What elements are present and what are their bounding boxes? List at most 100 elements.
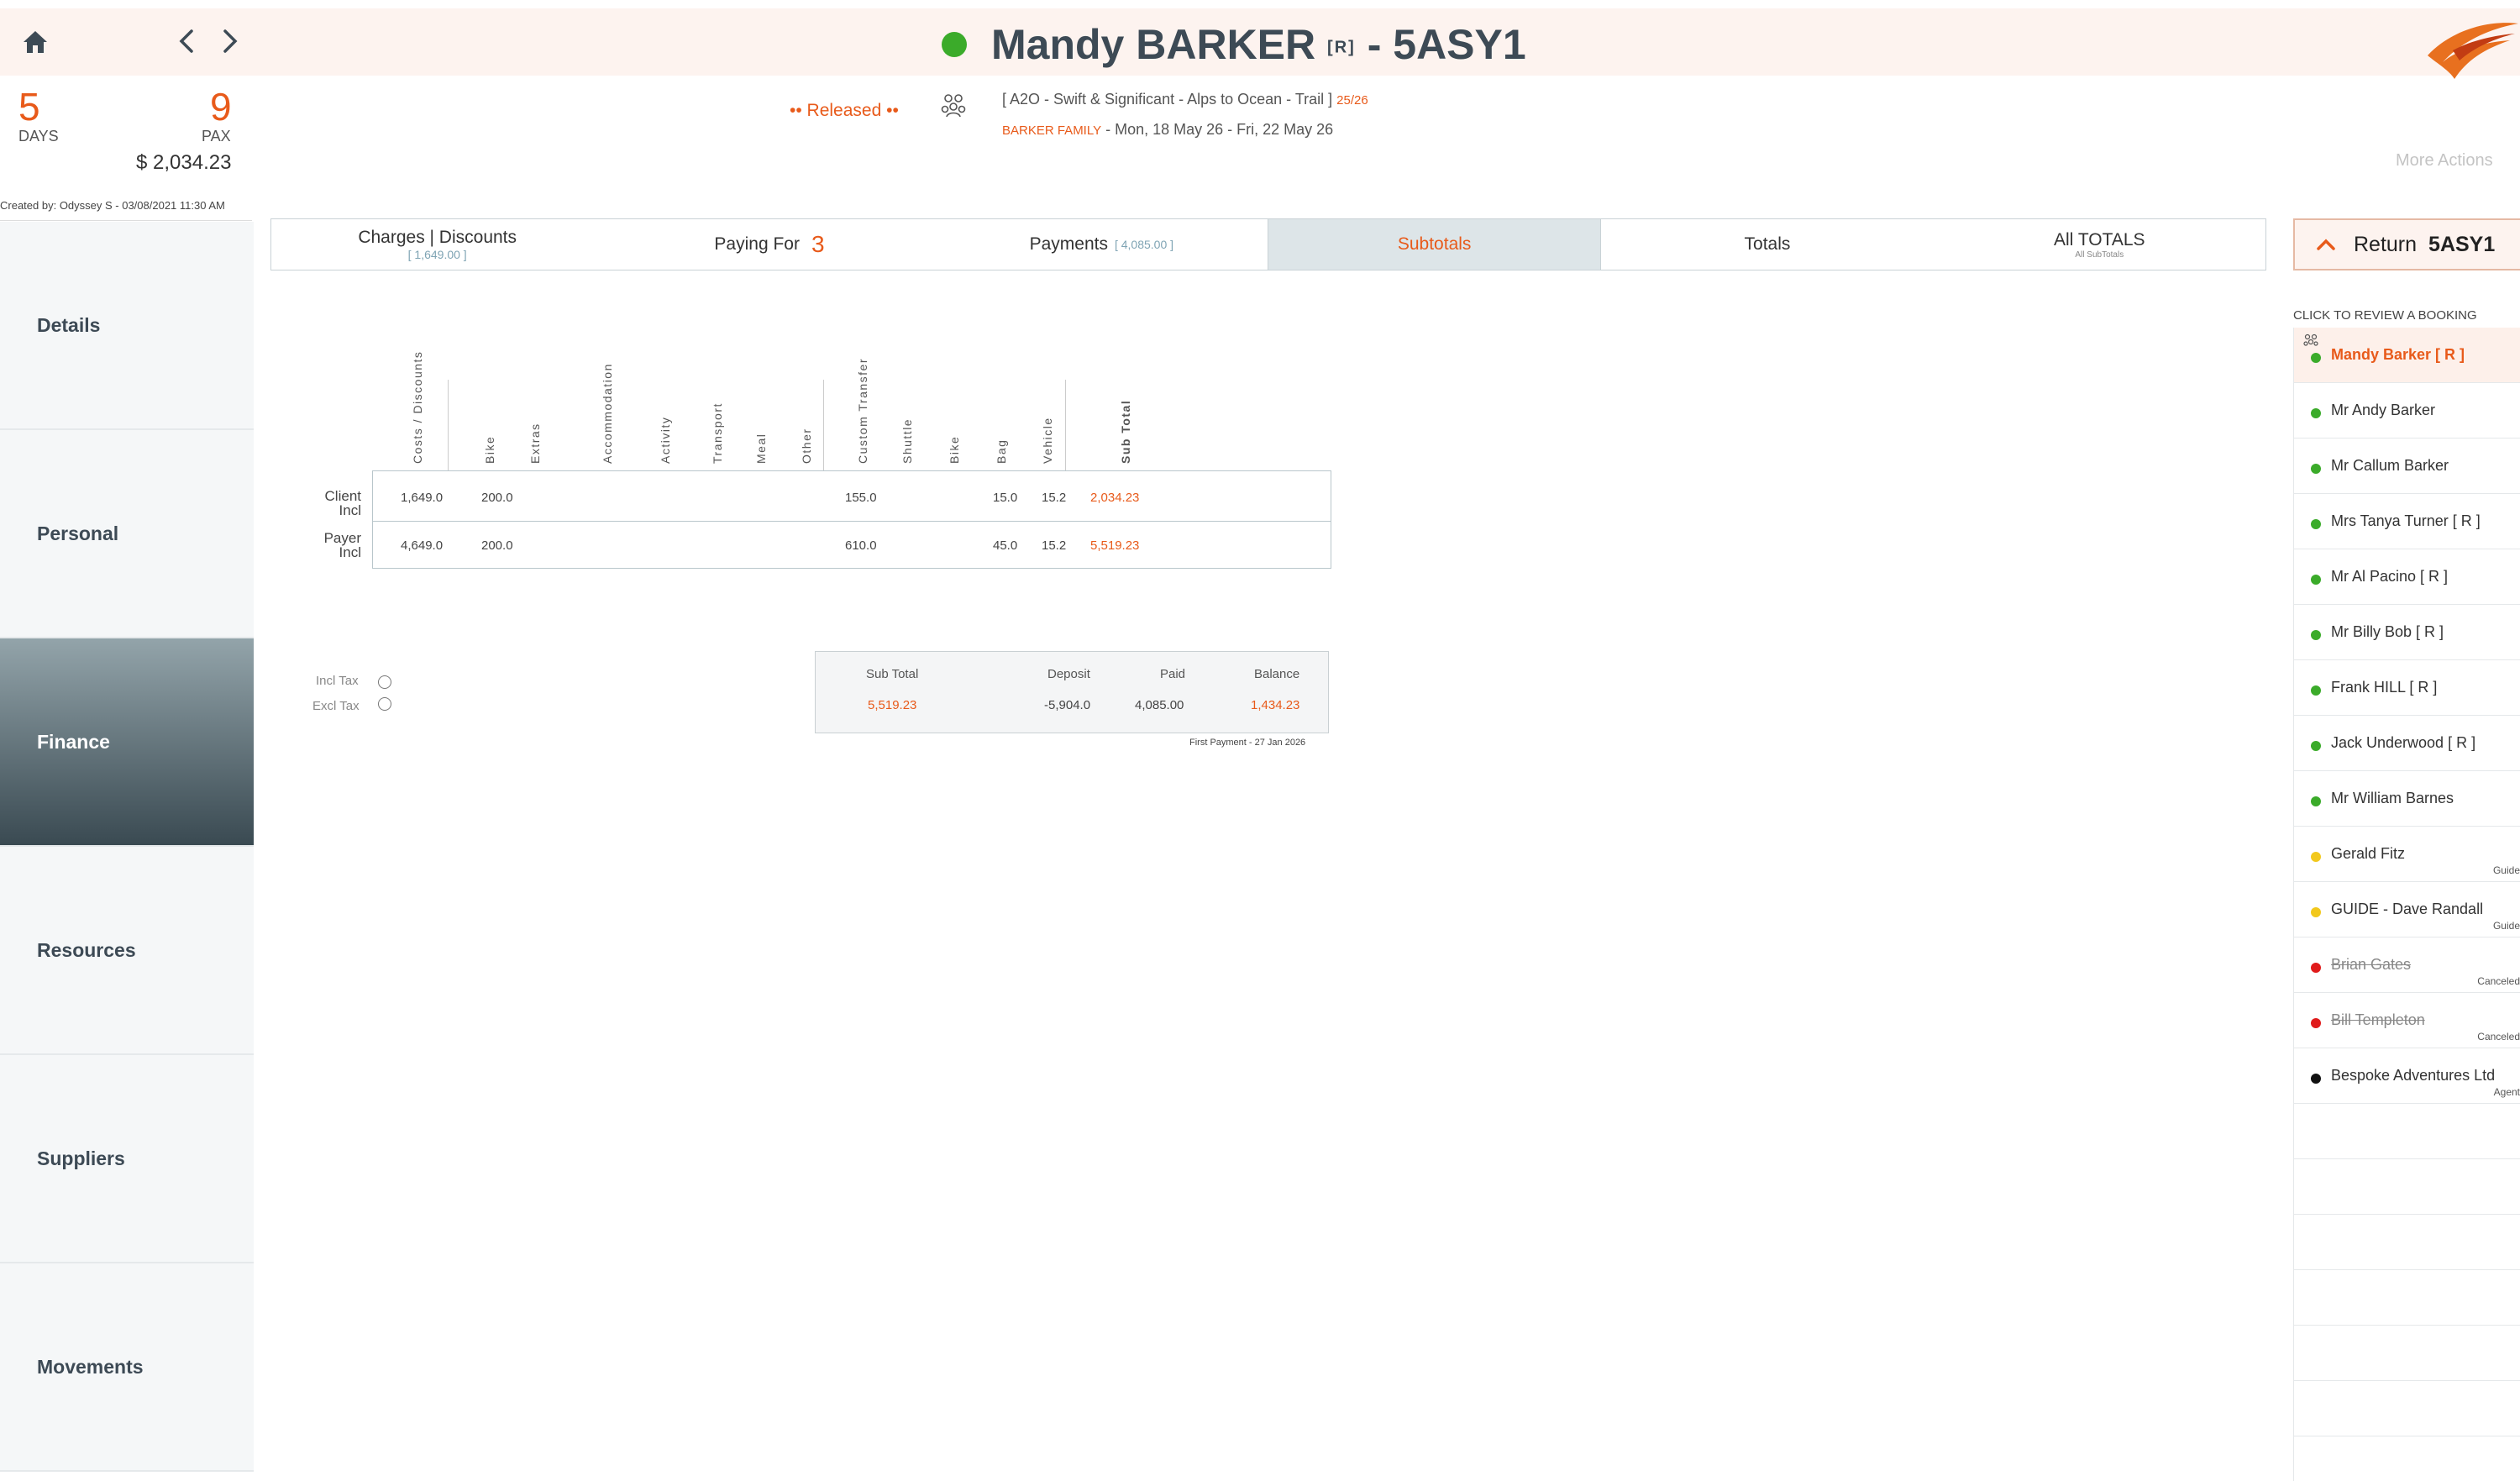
first-payment-note: First Payment - 27 Jan 2026 (1189, 738, 1306, 748)
list-item-role: Canceled (2477, 975, 2520, 987)
list-item[interactable]: Mr Al Pacino [ R ] (2294, 549, 2520, 605)
list-item-name: Frank HILL [ R ] (2331, 679, 2438, 696)
list-item[interactable]: Mr William Barnes (2294, 771, 2520, 827)
list-item[interactable]: Bespoke Adventures Ltd Agent (2294, 1048, 2520, 1104)
title-code: 5ASY1 (1393, 21, 1526, 68)
cell-client-costs: 1,649.0 (401, 491, 444, 505)
column-header-meal: Meal (754, 433, 768, 464)
row-label-payer: Payer Incl (319, 531, 361, 559)
column-header-extras: Extras (528, 423, 542, 464)
status-dot (2311, 353, 2321, 363)
incl-tax-radio[interactable] (378, 675, 391, 689)
list-item-name: GUIDE - Dave Randall (2331, 901, 2484, 917)
column-header-other: Other (800, 428, 813, 464)
tab-label: Charges | Discounts (358, 228, 517, 247)
list-item-name: Mr Callum Barker (2331, 457, 2449, 474)
chevron-right-icon[interactable] (220, 29, 240, 54)
return-code: 5ASY1 (2428, 232, 2496, 256)
grid-divider (372, 521, 1331, 522)
status-dot (2311, 519, 2321, 529)
more-actions-button[interactable]: More Actions (2396, 151, 2493, 171)
tab-all-totals[interactable]: All TOTALS All SubTotals (1934, 219, 2265, 270)
status-dot (2311, 963, 2321, 973)
list-item[interactable]: Jack Underwood [ R ] (2294, 716, 2520, 771)
list-item-name: Mr William Barnes (2331, 790, 2454, 806)
status-dot (2311, 464, 2321, 474)
row-label-client: Client Incl (319, 489, 361, 517)
summary-header-deposit: Deposit (1047, 667, 1090, 681)
list-item-name: Mr Al Pacino [ R ] (2331, 568, 2449, 585)
days-label: DAYS (18, 128, 59, 144)
status-dot (2311, 907, 2321, 917)
tab-totals[interactable]: Totals (1601, 219, 1933, 270)
chevron-left-icon[interactable] (176, 29, 197, 54)
column-header-vehicle: Vehicle (1041, 417, 1054, 464)
cell-client-bag: 15.0 (993, 491, 1018, 505)
list-item[interactable]: Brian Gates Canceled (2294, 937, 2520, 993)
booking-list-heading: CLICK TO REVIEW A BOOKING (2293, 308, 2477, 323)
sidebar-item-finance[interactable]: Finance (0, 638, 254, 847)
tab-label: Paying For (714, 234, 800, 254)
return-button[interactable]: Return 5ASY1 (2293, 218, 2520, 270)
list-item-empty (2294, 1270, 2520, 1326)
excl-tax-radio[interactable] (378, 697, 391, 711)
list-item-empty (2294, 1381, 2520, 1436)
cell-payer-subtotal: 5,519.23 (1090, 538, 1140, 553)
home-icon[interactable] (22, 29, 49, 55)
list-item[interactable]: Bill Templeton Canceled (2294, 993, 2520, 1048)
sidebar-item-suppliers[interactable]: Suppliers (0, 1055, 254, 1263)
status-dot (2311, 1018, 2321, 1028)
column-header-sub-total: Sub Total (1119, 399, 1132, 464)
list-item-role: Guide (2492, 864, 2520, 876)
list-item-role: Canceled (2477, 1031, 2520, 1042)
tab-charges-discounts[interactable]: Charges | Discounts [ 1,649.00 ] (271, 219, 603, 270)
family-dates: BARKER FAMILY - Mon, 18 May 26 - Fri, 22… (1002, 121, 1333, 139)
list-item[interactable]: Mr Billy Bob [ R ] (2294, 605, 2520, 660)
row-label-top: Payer (323, 530, 361, 546)
column-header-shuttle: Shuttle (900, 418, 914, 464)
group-icon[interactable] (939, 91, 968, 119)
column-header-accommodation: Accommodation (601, 363, 614, 464)
excl-tax-label: Excl Tax (312, 699, 360, 713)
column-header-transport: Transport (711, 402, 724, 464)
sidebar-item-details[interactable]: Details (0, 222, 254, 430)
list-item-name: Mrs Tanya Turner [ R ] (2331, 512, 2481, 529)
tab-label: All TOTALS (2054, 229, 2145, 249)
tab-label: Payments (1029, 234, 1108, 254)
list-item[interactable]: Mr Andy Barker (2294, 383, 2520, 439)
sidebar-item-movements[interactable]: Movements (0, 1263, 254, 1472)
paying-count: 3 (811, 231, 825, 257)
tab-sub: All SubTotals (2075, 249, 2124, 260)
cell-payer-custom-transfer: 610.0 (845, 538, 877, 553)
status-dot (2311, 741, 2321, 751)
list-item[interactable]: Gerald Fitz Guide (2294, 827, 2520, 882)
tab-subtotals[interactable]: Subtotals (1267, 219, 1602, 270)
list-item[interactable]: Mandy Barker [ R ] (2294, 328, 2520, 383)
summary-box: Sub Total Deposit Paid Balance 5,519.23 … (815, 651, 1329, 733)
status-dot (2311, 575, 2321, 585)
list-item[interactable]: Frank HILL [ R ] (2294, 660, 2520, 716)
status-dot (2311, 408, 2321, 418)
sidebar-item-resources[interactable]: Resources (0, 847, 254, 1055)
list-item-name: Mandy Barker [ R ] (2331, 346, 2465, 363)
list-item-name: Jack Underwood [ R ] (2331, 734, 2476, 751)
release-status: •• Released •• (790, 101, 899, 120)
column-header-bag: Bag (995, 439, 1008, 464)
list-item[interactable]: Mr Callum Barker (2294, 439, 2520, 494)
cell-payer-vehicle: 15.2 (1042, 538, 1067, 553)
tab-payments[interactable]: Payments [ 4,085.00 ] (936, 219, 1268, 270)
list-item-empty (2294, 1436, 2520, 1481)
booking-amount: $ 2,034.23 (136, 151, 232, 174)
tab-paying-for[interactable]: Paying For 3 (603, 219, 935, 270)
cell-client-custom-transfer: 155.0 (845, 491, 877, 505)
list-item[interactable]: GUIDE - Dave Randall Guide (2294, 882, 2520, 937)
column-divider (1065, 380, 1066, 470)
sidebar-item-personal[interactable]: Personal (0, 430, 254, 638)
column-divider (448, 380, 449, 470)
list-item[interactable]: Mrs Tanya Turner [ R ] (2294, 494, 2520, 549)
column-header-costs: Costs / Discounts (411, 350, 424, 464)
status-dot (2311, 630, 2321, 640)
status-dot (2311, 1074, 2321, 1084)
title-separator: - (1367, 21, 1394, 68)
family-name: BARKER FAMILY (1002, 123, 1102, 138)
